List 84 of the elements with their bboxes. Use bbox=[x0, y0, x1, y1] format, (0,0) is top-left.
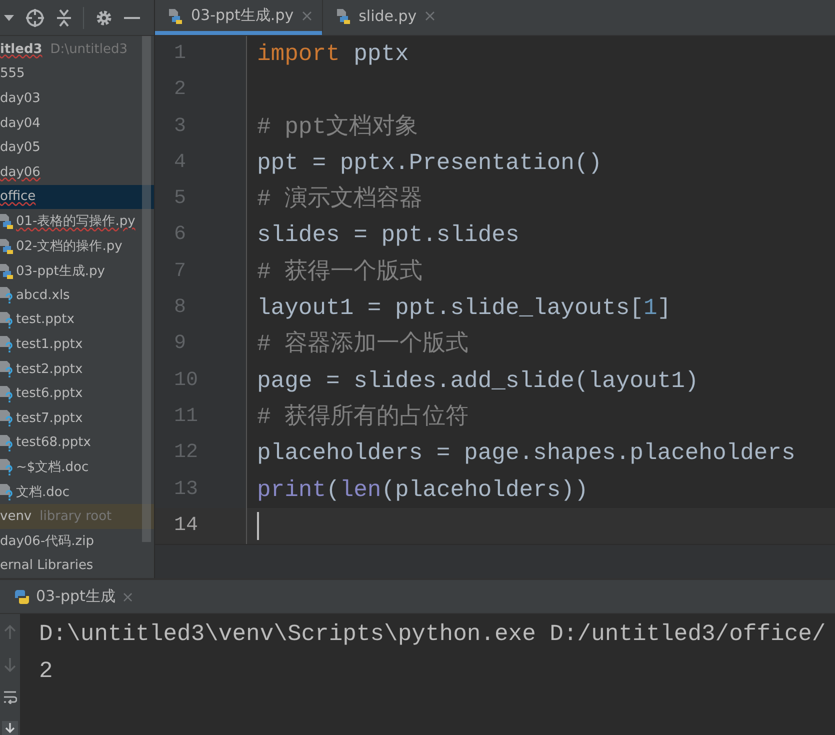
soft-wrap-icon[interactable] bbox=[3, 690, 17, 704]
tree-item[interactable]: test1.pptx bbox=[0, 332, 154, 357]
unknown-file-icon bbox=[0, 310, 14, 329]
dropdown-caret-icon[interactable] bbox=[4, 14, 14, 22]
tree-item-label: day06 bbox=[0, 164, 40, 180]
minimize-icon[interactable] bbox=[124, 16, 140, 20]
tree-item-label: day04 bbox=[0, 116, 40, 131]
tree-item-label: day03 bbox=[0, 90, 40, 106]
code-line: # 获得所有的占位符 bbox=[257, 402, 469, 432]
python-file-icon bbox=[336, 6, 351, 24]
code-line: ppt = pptx.Presentation() bbox=[257, 148, 602, 178]
python-file-icon bbox=[0, 237, 14, 256]
console-output-line: 2 bbox=[39, 657, 54, 686]
tree-item-label: 文档.doc bbox=[16, 484, 70, 501]
tree-item[interactable]: test68.pptx bbox=[0, 430, 154, 456]
tree-item[interactable]: itled3 D:\untitled3 bbox=[0, 37, 154, 62]
tree-item[interactable]: day06-代码.zip bbox=[0, 528, 154, 554]
unknown-file-icon bbox=[0, 384, 14, 403]
code-line: layout1 = ppt.slide_layouts[1] bbox=[257, 294, 672, 324]
tree-item-hint: library root bbox=[40, 509, 112, 524]
tree-item[interactable]: office bbox=[0, 184, 154, 210]
tree-item[interactable]: 文档.doc bbox=[0, 480, 154, 504]
unknown-file-icon bbox=[0, 335, 14, 354]
tree-item-label: day06-代码.zip bbox=[0, 533, 94, 550]
python-file-icon bbox=[0, 262, 14, 280]
code-line: # 获得一个版式 bbox=[257, 258, 423, 287]
tree-item[interactable]: day06 bbox=[0, 160, 154, 185]
code-line: # 容器添加一个版式 bbox=[257, 330, 469, 360]
tree-item-label: test2.pptx bbox=[16, 362, 83, 377]
unknown-file-icon bbox=[0, 434, 14, 452]
tree-item[interactable]: venv library root bbox=[0, 504, 154, 529]
tree-item[interactable]: 01-表格的写操作.py bbox=[0, 209, 154, 234]
settings-icon[interactable] bbox=[95, 8, 113, 26]
tree-item[interactable]: ~$文档.doc bbox=[0, 455, 154, 480]
tree-item-label: test7.pptx bbox=[16, 410, 83, 426]
code-line: # ppt文档对象 bbox=[257, 112, 418, 142]
code-line: import pptx bbox=[257, 40, 409, 69]
console-output-line: D:\untitled3\venv\Scripts\python.exe D:/untitled3/office/ bbox=[39, 620, 826, 650]
python-file-icon bbox=[0, 212, 14, 230]
tree-item[interactable]: test6.pptx bbox=[0, 381, 154, 406]
tree-item[interactable]: abcd.xls bbox=[0, 282, 154, 308]
tree-item-label: venv bbox=[0, 509, 32, 524]
tree-item-label: test.pptx bbox=[16, 312, 74, 328]
python-file-icon bbox=[169, 6, 183, 24]
crosshair-icon[interactable] bbox=[25, 8, 45, 28]
tree-item-label: test6.pptx bbox=[16, 386, 83, 402]
tree-item[interactable]: 555 bbox=[0, 62, 154, 86]
tree-item-label: 03-ppt生成.py bbox=[16, 262, 105, 280]
tree-item[interactable]: test7.pptx bbox=[0, 406, 154, 430]
tree-item[interactable]: day04 bbox=[0, 110, 154, 136]
code-line: # 演示文档容器 bbox=[257, 184, 423, 214]
code-line: page = slides.add_slide(layout1) bbox=[257, 366, 699, 396]
tree-item-label: ~$文档.doc bbox=[16, 459, 89, 476]
tree-item-label: itled3 bbox=[0, 42, 42, 57]
tree-item[interactable]: test2.pptx bbox=[0, 356, 154, 382]
code-line: slides = ppt.slides bbox=[257, 221, 520, 250]
unknown-file-icon bbox=[0, 482, 14, 501]
collapse-icon[interactable] bbox=[56, 8, 72, 28]
scroll-to-end-icon[interactable] bbox=[2, 721, 18, 735]
tree-item[interactable]: ernal Libraries bbox=[0, 553, 154, 578]
tree-item[interactable]: day03 bbox=[0, 86, 154, 111]
tree-item[interactable]: 03-ppt生成.py bbox=[0, 258, 154, 283]
tree-item-label: ernal Libraries bbox=[0, 558, 94, 574]
tree-item-hint: D:\untitled3 bbox=[50, 42, 128, 57]
unknown-file-icon bbox=[0, 360, 14, 378]
python-logo-icon bbox=[14, 588, 30, 605]
tree-item-label: abcd.xls bbox=[16, 288, 70, 303]
unknown-file-icon bbox=[0, 409, 14, 428]
code-line: placeholders = page.shapes.placeholders bbox=[257, 439, 796, 468]
tree-item-label: 02-文档的操作.py bbox=[16, 238, 122, 256]
tree-item-label: test1.pptx bbox=[16, 336, 83, 352]
unknown-file-icon bbox=[0, 286, 14, 304]
tree-item[interactable]: day05 bbox=[0, 135, 154, 160]
text-cursor bbox=[257, 512, 259, 540]
scrollbar[interactable] bbox=[142, 36, 151, 542]
tree-item-label: test68.pptx bbox=[16, 435, 91, 450]
tree-item-label: 01-表格的写操作.py bbox=[16, 213, 136, 230]
tree-item[interactable]: test.pptx bbox=[0, 308, 154, 332]
tree-item-label: office bbox=[0, 189, 36, 204]
code-line: print(len(placeholders)) bbox=[257, 476, 588, 505]
tree-item[interactable]: 02-文档的操作.py bbox=[0, 234, 154, 258]
tree-item-label: 555 bbox=[0, 66, 25, 82]
tree-item-label: day05 bbox=[0, 140, 40, 156]
unknown-file-icon bbox=[0, 458, 14, 476]
